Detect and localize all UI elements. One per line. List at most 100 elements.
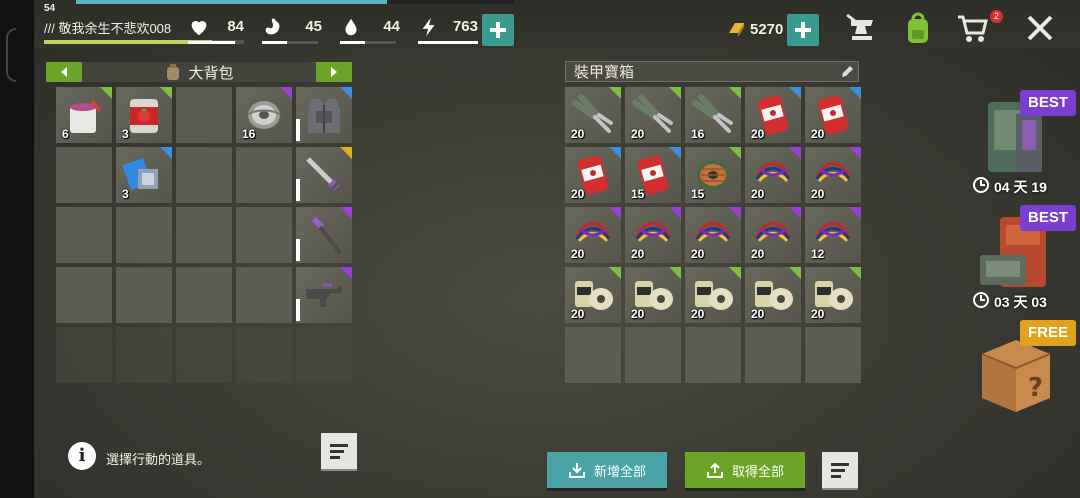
inventory-slot[interactable]: 12 [805,207,861,263]
inventory-slot[interactable]: 20 [745,147,801,203]
energy-value: 763 [452,18,478,35]
inventory-slot[interactable]: 20 [625,87,681,143]
empty-slot[interactable] [56,267,112,323]
rarity-marker [729,207,741,219]
inventory-slot[interactable]: 20 [565,207,621,263]
pencil-icon[interactable] [840,65,854,79]
durability-bar [296,119,300,141]
purple-staff-icon [312,217,342,255]
inventory-slot[interactable]: 20 [685,267,741,323]
take-all-button[interactable]: 取得全部 [685,452,805,488]
empty-slot[interactable] [176,87,232,143]
inventory-slot[interactable]: 16 [685,87,741,143]
item-count: 20 [631,247,645,261]
inventory-slot[interactable] [296,207,352,263]
inventory-slot[interactable] [296,87,352,143]
inventory-slot[interactable]: 20 [745,207,801,263]
durability-bar [296,239,300,261]
inventory-slot[interactable]: 20 [745,87,801,143]
item-count: 20 [811,307,825,321]
inventory-slot[interactable]: 20 [625,207,681,263]
empty-slot[interactable] [176,207,232,263]
add-all-button[interactable]: 新增全部 [547,452,667,488]
offer-timer: 03 天 03 [994,294,1047,310]
item-count: 20 [571,307,585,321]
empty-slot[interactable] [116,207,172,263]
screen-edge [0,0,34,498]
offer-supply-pack[interactable]: BEST 03 天 03 [973,205,1077,310]
rarity-marker [729,87,741,99]
empty-slot[interactable] [805,327,861,383]
empty-slot[interactable] [565,327,621,383]
rarity-marker [849,207,861,219]
empty-slot[interactable] [176,147,232,203]
chest-name-field[interactable]: 裝甲寶箱 [565,61,859,82]
add-gold-button[interactable] [787,14,819,46]
next-bag-button[interactable] [316,62,352,82]
inventory-slot[interactable]: 20 [805,267,861,323]
close-icon[interactable] [1022,10,1058,46]
rarity-marker [789,267,801,279]
inventory-slot[interactable] [296,267,352,323]
empty-slot[interactable] [685,327,741,383]
empty-slot[interactable] [56,147,112,203]
empty-slot[interactable] [236,267,292,323]
info-icon: i [68,442,96,470]
rarity-marker [789,207,801,219]
health-value: 84 [227,18,244,35]
empty-slot[interactable] [745,327,801,383]
inventory-slot[interactable]: 6 [56,87,112,143]
empty-slot[interactable] [116,267,172,323]
gold-amount: 5270 [750,21,784,38]
empty-slot[interactable] [176,327,232,383]
backpack-grid: 6 3 16 3 [56,87,292,383]
empty-slot[interactable] [236,327,292,383]
rarity-marker [609,207,621,219]
empty-slot[interactable] [236,207,292,263]
inventory-slot[interactable]: 20 [565,267,621,323]
sort-backpack-button[interactable] [321,433,357,469]
empty-slot[interactable] [296,327,352,383]
rarity-marker [729,147,741,159]
inventory-slot[interactable]: 20 [565,147,621,203]
prev-bag-button[interactable] [46,62,82,82]
player-name[interactable]: /// 敬我余生不悲欢008 [44,18,171,37]
empty-slot[interactable] [625,327,681,383]
inventory-slot[interactable]: 20 [805,147,861,203]
shop-cart-icon[interactable] [955,10,991,46]
empty-slot[interactable] [56,327,112,383]
item-count: 20 [751,247,765,261]
inventory-slot[interactable]: 3 [116,147,172,203]
rarity-marker [340,87,352,99]
chest-grid: 20 20 16 20 20 20 15 15 20 20 20 20 20 20 12 20 20 20 20 20 [565,87,861,383]
empty-slot[interactable] [176,267,232,323]
inventory-slot[interactable]: 20 [745,267,801,323]
empty-slot[interactable] [236,147,292,203]
rarity-marker [849,87,861,99]
add-energy-button[interactable] [482,14,514,46]
offer-armor-pack[interactable]: BEST 04 天 19 [973,90,1077,195]
item-count: 20 [631,307,645,321]
water-bar [340,41,396,44]
inventory-slot[interactable]: 20 [685,207,741,263]
sort-chest-button[interactable] [822,452,858,488]
inventory-slot[interactable] [296,147,352,203]
sort-lines-icon [831,463,849,478]
item-count: 20 [691,247,705,261]
item-count: 6 [62,127,69,141]
cart-badge: 2 [990,10,1003,23]
health-bar [188,41,244,44]
offer-free-box[interactable]: ? FREE [976,320,1080,420]
inventory-slot[interactable]: 15 [685,147,741,203]
empty-slot[interactable] [56,207,112,263]
backpack-icon[interactable] [900,10,936,46]
inventory-slot[interactable]: 20 [805,87,861,143]
anvil-icon[interactable] [843,10,879,46]
inventory-slot[interactable]: 15 [625,147,681,203]
inventory-slot[interactable]: 3 [116,87,172,143]
inventory-slot[interactable]: 20 [625,267,681,323]
inventory-slot[interactable]: 20 [565,87,621,143]
inventory-slot[interactable]: 16 [236,87,292,143]
item-count: 20 [571,187,585,201]
empty-slot[interactable] [116,327,172,383]
